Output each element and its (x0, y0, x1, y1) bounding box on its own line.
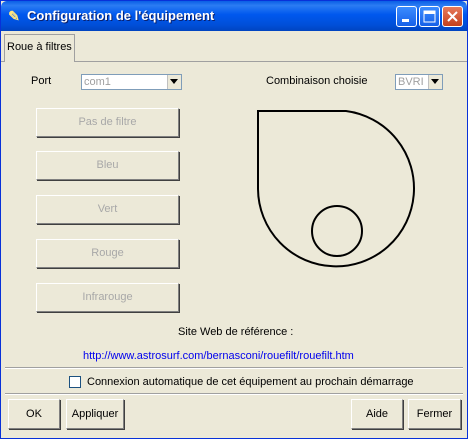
maximize-icon (423, 10, 436, 23)
tab-bar: Roue à filtres (1, 31, 467, 62)
close-icon (447, 11, 458, 22)
filter-wheel-diagram (257, 110, 415, 268)
port-select[interactable]: com1 (81, 74, 182, 90)
reference-link[interactable]: http://www.astrosurf.com/bernasconi/roue… (83, 350, 354, 362)
close-window-button[interactable] (442, 6, 463, 27)
maximize-button[interactable] (419, 6, 440, 27)
apply-button[interactable]: Appliquer (66, 399, 124, 429)
port-label: Port (31, 75, 52, 87)
infrared-filter-button[interactable]: Infrarouge (36, 283, 179, 312)
chevron-down-icon[interactable] (167, 75, 181, 89)
autoconnect-label[interactable]: Connexion automatique de cet équipement … (87, 376, 414, 388)
close-button[interactable]: Fermer (408, 399, 461, 429)
help-button[interactable]: Aide (351, 399, 403, 429)
title-bar[interactable]: ✎ Configuration de l'équipement (1, 1, 467, 31)
minimize-button[interactable] (396, 6, 417, 27)
minimize-icon (402, 19, 409, 22)
divider (5, 367, 463, 369)
port-value: com1 (84, 76, 111, 88)
combination-select[interactable]: BVRI (395, 74, 443, 90)
red-filter-button[interactable]: Rouge (36, 239, 179, 268)
combination-label: Combinaison choisie (266, 75, 368, 87)
filter-wheel-outline (257, 110, 415, 268)
window-title: Configuration de l'équipement (27, 8, 215, 23)
blue-filter-button[interactable]: Bleu (36, 151, 179, 180)
ok-button[interactable]: OK (8, 399, 60, 429)
feather-icon: ✎ (8, 8, 20, 24)
tab-filter-wheel[interactable]: Roue à filtres (4, 34, 75, 62)
combination-value: BVRI (398, 76, 424, 88)
reference-label: Site Web de référence : (178, 326, 294, 338)
dialog-window: ✎ Configuration de l'équipement Roue à f… (0, 0, 468, 439)
no-filter-button[interactable]: Pas de filtre (36, 108, 179, 137)
filter-position-circle (311, 205, 363, 257)
green-filter-button[interactable]: Vert (36, 195, 179, 224)
divider (5, 393, 463, 395)
autoconnect-checkbox[interactable] (69, 376, 81, 388)
chevron-down-icon[interactable] (428, 75, 442, 89)
